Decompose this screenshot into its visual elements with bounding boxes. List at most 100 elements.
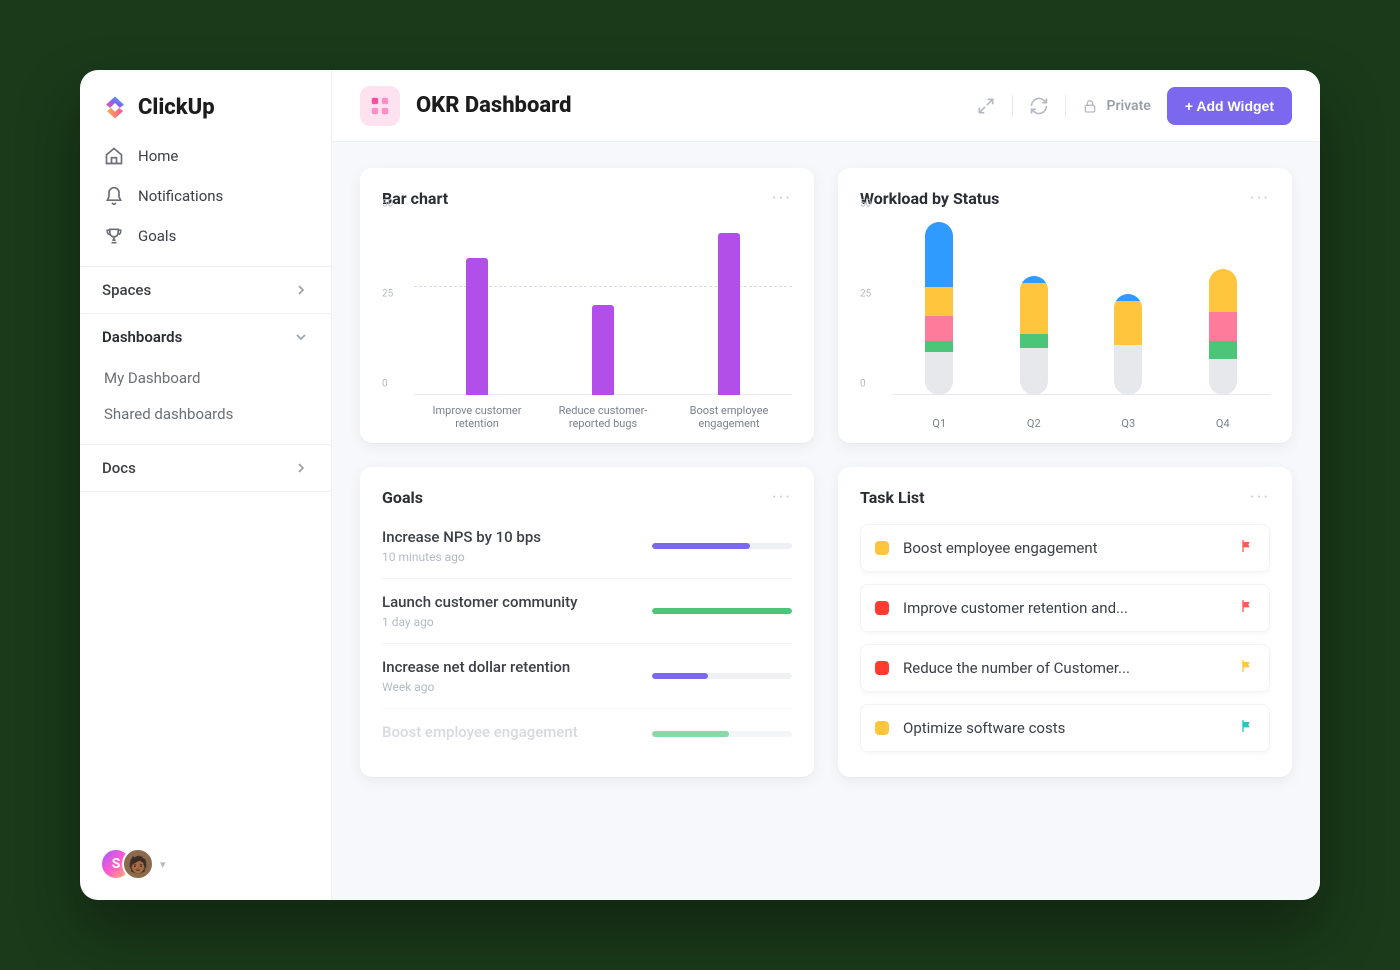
stack-segment: [1020, 334, 1048, 348]
trophy-icon: [104, 226, 124, 246]
section-docs-header[interactable]: Docs: [80, 445, 331, 491]
refresh-icon[interactable]: [1029, 96, 1049, 116]
goal-progress: [652, 543, 792, 549]
task-row[interactable]: Optimize software costs: [860, 704, 1270, 752]
privacy-label: Private: [1106, 98, 1150, 114]
task-title: Boost employee engagement: [903, 539, 1225, 557]
dashboard-grid: Bar chart ··· 02550Improve customer rete…: [332, 142, 1320, 900]
stack-bar[interactable]: [1114, 294, 1142, 395]
expand-icon[interactable]: [976, 96, 996, 116]
chevron-down-icon[interactable]: ▾: [160, 858, 166, 871]
stack-segment: [1114, 294, 1142, 301]
task-title: Optimize software costs: [903, 719, 1225, 737]
chart-bar[interactable]: [466, 258, 488, 395]
brand-name: ClickUp: [138, 95, 215, 120]
goal-row[interactable]: Boost employee engagement: [382, 708, 792, 759]
goal-progress: [652, 731, 792, 737]
section-label: Dashboards: [102, 328, 182, 346]
task-title: Reduce the number of Customer...: [903, 659, 1225, 677]
x-axis-label: Q4: [1176, 417, 1271, 431]
lock-icon: [1082, 98, 1098, 114]
card-menu-icon[interactable]: ···: [1250, 188, 1270, 209]
x-axis-label: Q3: [1081, 417, 1176, 431]
stack-bar[interactable]: [1020, 276, 1048, 395]
card-bar-chart: Bar chart ··· 02550Improve customer rete…: [360, 168, 814, 443]
priority-flag[interactable]: [1239, 598, 1255, 618]
user-avatars[interactable]: S 🧑🏾 ▾: [100, 848, 166, 880]
status-chip: [875, 541, 889, 555]
divider: [1012, 95, 1013, 117]
priority-flag[interactable]: [1239, 538, 1255, 558]
stack-segment: [925, 287, 953, 316]
card-menu-icon[interactable]: ···: [772, 188, 792, 209]
avatar-photo[interactable]: 🧑🏾: [122, 848, 154, 880]
bell-icon: [104, 186, 124, 206]
topbar: OKR Dashboard Private + Add Widget: [332, 70, 1320, 142]
main: OKR Dashboard Private + Add Widget Bar c…: [332, 70, 1320, 900]
x-axis-label: Q1: [892, 417, 987, 431]
task-row[interactable]: Improve customer retention and...: [860, 584, 1270, 632]
x-axis-label: Reduce customer-reported bugs: [540, 404, 666, 432]
add-widget-button[interactable]: + Add Widget: [1167, 87, 1292, 125]
card-goals: Goals ··· Increase NPS by 10 bps10 minut…: [360, 467, 814, 777]
flag-icon: [1239, 538, 1255, 554]
task-row[interactable]: Reduce the number of Customer...: [860, 644, 1270, 692]
status-chip: [875, 661, 889, 675]
sidebar: ClickUp Home Notifications Goals Spaces: [80, 70, 332, 900]
stack-segment: [925, 222, 953, 287]
x-axis-label: Boost employee engagement: [666, 404, 792, 432]
card-title: Workload by Status: [860, 189, 999, 208]
bar-chart: 02550Improve customer retentionReduce cu…: [382, 215, 792, 425]
goal-title: Increase NPS by 10 bps: [382, 528, 652, 546]
brand-logo[interactable]: ClickUp: [80, 70, 331, 132]
priority-flag[interactable]: [1239, 718, 1255, 738]
chart-bar[interactable]: [592, 305, 614, 395]
stack-segment: [1209, 269, 1237, 312]
sidebar-item-shared-dashboards[interactable]: Shared dashboards: [80, 396, 331, 432]
card-menu-icon[interactable]: ···: [772, 487, 792, 508]
x-axis-label: Improve customer retention: [414, 404, 540, 432]
x-axis-label: Q2: [987, 417, 1082, 431]
nav-goals[interactable]: Goals: [80, 216, 331, 256]
flag-icon: [1239, 598, 1255, 614]
nav-label: Goals: [138, 227, 176, 245]
stack-bar[interactable]: [925, 222, 953, 395]
stack-segment: [1020, 283, 1048, 333]
task-row[interactable]: Boost employee engagement: [860, 524, 1270, 572]
goal-progress: [652, 673, 792, 679]
stack-segment: [1209, 312, 1237, 341]
goal-timestamp: 1 day ago: [382, 615, 652, 629]
section-dashboards: Dashboards My Dashboard Shared dashboard…: [80, 314, 331, 445]
stack-segment: [1020, 348, 1048, 395]
section-spaces-header[interactable]: Spaces: [80, 267, 331, 313]
priority-flag[interactable]: [1239, 658, 1255, 678]
goal-row[interactable]: Increase NPS by 10 bps10 minutes ago: [382, 514, 792, 578]
dashboard-badge: [360, 86, 400, 126]
section-dashboards-header[interactable]: Dashboards: [80, 314, 331, 360]
card-menu-icon[interactable]: ···: [1250, 487, 1270, 508]
goals-list: Increase NPS by 10 bps10 minutes agoLaun…: [382, 514, 792, 759]
page-title: OKR Dashboard: [416, 93, 571, 118]
nav-notifications[interactable]: Notifications: [80, 176, 331, 216]
stack-bar[interactable]: [1209, 269, 1237, 395]
grid-icon: [369, 95, 391, 117]
goal-title: Boost employee engagement: [382, 723, 652, 741]
goal-row[interactable]: Increase net dollar retentionWeek ago: [382, 643, 792, 708]
task-list: Boost employee engagement Improve custome…: [860, 524, 1270, 752]
stack-segment: [925, 316, 953, 341]
stack-segment: [925, 352, 953, 395]
sidebar-item-my-dashboard[interactable]: My Dashboard: [80, 360, 331, 396]
stack-segment: [1020, 276, 1048, 283]
goal-row[interactable]: Launch customer community1 day ago: [382, 578, 792, 643]
task-title: Improve customer retention and...: [903, 599, 1225, 617]
card-workload: Workload by Status ··· 02550Q1Q2Q3Q4: [838, 168, 1292, 443]
nav-home[interactable]: Home: [80, 136, 331, 176]
chevron-down-icon: [293, 329, 309, 345]
flag-icon: [1239, 718, 1255, 734]
nav-label: Notifications: [138, 187, 223, 205]
clickup-logo-icon: [102, 94, 128, 120]
flag-icon: [1239, 658, 1255, 674]
chart-bar[interactable]: [718, 233, 740, 395]
privacy-toggle[interactable]: Private: [1082, 98, 1150, 114]
goal-title: Increase net dollar retention: [382, 658, 652, 676]
